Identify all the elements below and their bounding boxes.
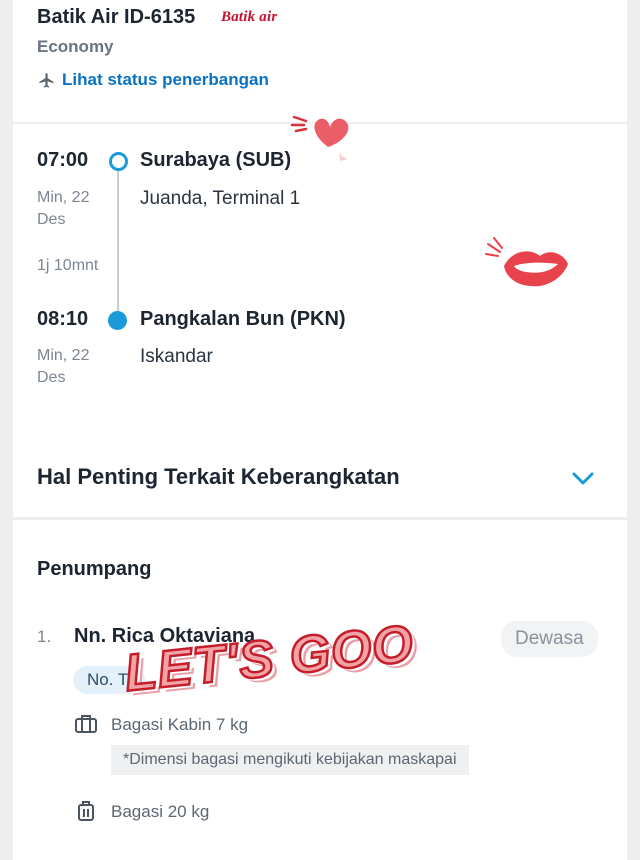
departure-airport: Juanda, Terminal 1 bbox=[140, 188, 301, 209]
passenger-type-badge: Dewasa bbox=[501, 621, 598, 657]
airline-logo: Batik air bbox=[221, 9, 278, 25]
chevron-down-icon[interactable] bbox=[569, 466, 597, 490]
cabin-class: Economy bbox=[37, 37, 114, 56]
plane-status-icon bbox=[39, 72, 54, 88]
flight-duration: 1j 10mnt bbox=[37, 257, 99, 274]
arrival-airport: Iskandar bbox=[140, 346, 213, 367]
arrival-time: 08:10 bbox=[37, 308, 89, 330]
departure-marker bbox=[109, 152, 128, 171]
luggage-icon bbox=[78, 801, 94, 821]
passengers-card: Penumpang 1. Nn. Rica Oktaviana Dewasa N… bbox=[13, 520, 627, 860]
route-line bbox=[117, 171, 119, 311]
baggage-note: *Dimensi bagasi mengikuti kebijakan mask… bbox=[111, 745, 469, 775]
cabin-baggage: Bagasi Kabin 7 kg bbox=[111, 715, 249, 734]
checked-baggage: Bagasi 20 kg bbox=[111, 802, 210, 821]
departure-time: 07:00 bbox=[37, 149, 89, 171]
important-info-title[interactable]: Hal Penting Terkait Keberangkatan bbox=[37, 464, 400, 490]
flight-status-link[interactable]: Lihat status penerbangan bbox=[37, 70, 269, 90]
passengers-title: Penumpang bbox=[37, 558, 152, 580]
departure-date: Min, 22 Des bbox=[37, 189, 90, 228]
arrival-date: Min, 22 Des bbox=[37, 347, 90, 386]
cabin-bag-icon bbox=[75, 715, 97, 733]
lips-sticker bbox=[485, 237, 568, 287]
departure-city: Surabaya (SUB) bbox=[140, 149, 292, 171]
arrival-city: Pangkalan Bun (PKN) bbox=[140, 308, 346, 330]
passenger-number: 1. bbox=[37, 627, 52, 646]
arrival-marker bbox=[108, 311, 127, 330]
heart-sticker bbox=[290, 115, 349, 161]
flight-status-label: Lihat status penerbangan bbox=[62, 70, 269, 89]
flight-title: Batik Air ID-6135 bbox=[37, 6, 196, 28]
